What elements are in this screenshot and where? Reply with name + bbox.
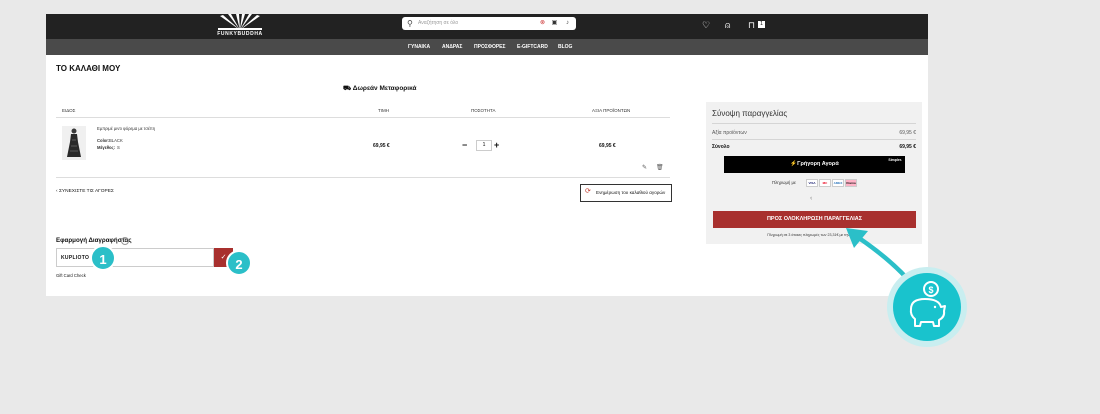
svg-text:$: $ xyxy=(928,285,933,295)
subtotal-value: 69,95 € xyxy=(899,130,916,136)
column-header-price: ΤΙΜΗ xyxy=(378,108,389,113)
klarna-icon: Klarna xyxy=(845,179,857,187)
step-2-callout: 2 xyxy=(226,250,252,276)
divider xyxy=(56,117,670,118)
search-input[interactable]: Αναζήτηση σε όλο xyxy=(418,20,458,26)
camera-search-icon[interactable]: ▣ xyxy=(551,20,558,27)
update-cart-button[interactable]: ⟳ Ενημέρωση του καλαθιού αγορών xyxy=(580,184,672,202)
savings-badge: $ xyxy=(893,273,961,341)
nav-item-blog[interactable]: BLOG xyxy=(558,44,572,50)
product-size-label: Μέγεθος: xyxy=(97,145,116,150)
wishlist-heart-icon[interactable]: ♡ xyxy=(702,20,710,30)
quantity-increase-button[interactable]: + xyxy=(494,141,499,150)
continue-shopping-link[interactable]: ‹ ΣΥΝΕΧΙΣΤΕ ΤΙΣ ΑΓΟΡΕΣ xyxy=(56,189,114,194)
top-header: FUNKYBUDDHA ⚲ Αναζήτηση σε όλο ⊗ ▣ ♪ ♡ ⍝… xyxy=(46,14,928,39)
step-1-callout: 1 xyxy=(90,245,116,271)
quantity-input[interactable]: 1 xyxy=(476,140,492,151)
product-name[interactable]: Εμπριμέ μιντι φόρεμα με τσέπη xyxy=(97,126,155,131)
free-shipping-banner: ⛟ Δωρεάν Μεταφορικά xyxy=(343,84,417,93)
free-shipping-label: Δωρεάν Μεταφορικά xyxy=(352,85,417,92)
nav-item-egiftcard[interactable]: E-GIFTCARD xyxy=(517,44,548,50)
quantity-decrease-button[interactable]: − xyxy=(462,141,467,150)
piggy-bank-icon: $ xyxy=(909,281,946,327)
subtotal-label: Αξία προϊόντων xyxy=(712,130,747,136)
shopping-bag-icon[interactable]: ⊓ xyxy=(748,20,755,30)
search-icon: ⚲ xyxy=(407,19,413,28)
or-separator: ή xyxy=(810,195,813,200)
search-bar[interactable]: ⚲ Αναζήτηση σε όλο ⊗ ▣ ♪ xyxy=(402,17,576,30)
column-header-item: ΕΙΔΟΣ xyxy=(62,108,76,113)
product-size-value: S xyxy=(117,145,120,150)
column-header-total: ΑΞΙΑ ΠΡΟΪΟΝΤΩΝ xyxy=(592,108,631,113)
page-title: ΤΟ ΚΑΛΑΘΙ ΜΟΥ xyxy=(56,64,121,73)
gift-card-check-link[interactable]: Gift Card Check xyxy=(56,273,86,278)
coupon-code-value: KUPLIOTO xyxy=(61,255,90,261)
chevron-left-icon: ‹ xyxy=(56,189,58,194)
refresh-icon: ⟳ xyxy=(585,188,591,195)
continue-shopping-label: ΣΥΝΕΧΙΣΤΕ ΤΙΣ ΑΓΟΡΕΣ xyxy=(58,189,114,194)
product-total: 69,95 € xyxy=(599,143,616,149)
nav-item-offers[interactable]: ΠΡΟΣΦΟΡΕΣ xyxy=(474,44,506,50)
divider xyxy=(712,123,916,124)
delete-trash-icon[interactable]: 🗑 xyxy=(656,164,664,171)
truck-icon: ⛟ xyxy=(343,85,352,92)
shop-page: FUNKYBUDDHA ⚲ Αναζήτηση σε όλο ⊗ ▣ ♪ ♡ ⍝… xyxy=(46,14,928,296)
microphone-icon[interactable]: ♪ xyxy=(564,20,571,27)
coupon-code-input[interactable]: KUPLIOTO xyxy=(56,248,214,267)
clear-icon[interactable]: ⊗ xyxy=(539,20,546,27)
order-summary-title: Σύνοψη παραγγελίας xyxy=(712,109,788,118)
total-label: Σύνολο xyxy=(712,144,730,150)
pay-with-label: Πληρωμή με xyxy=(772,180,796,185)
visa-icon: VISA xyxy=(806,179,818,187)
logo-text: FUNKYBUDDHA xyxy=(217,31,263,37)
divider xyxy=(712,139,916,140)
product-color-label: Color: xyxy=(97,138,110,143)
mastercard-icon: MC xyxy=(819,179,831,187)
total-value: 69,95 € xyxy=(899,144,916,150)
column-header-quantity: ΠΟΣΟΤΗΤΑ xyxy=(471,108,496,113)
update-cart-label: Ενημέρωση του καλαθιού αγορών xyxy=(596,190,666,195)
cart-count-badge: 1 xyxy=(758,21,765,28)
edit-pencil-icon[interactable]: ✎ xyxy=(642,164,647,171)
product-thumbnail[interactable] xyxy=(62,126,86,160)
product-price: 69,95 € xyxy=(373,143,390,149)
express-checkout-button[interactable]: Simpler. ⚡Γρήγορη Αγορά xyxy=(724,156,905,173)
help-question-icon[interactable]: ? xyxy=(121,237,129,245)
nav-item-women[interactable]: ΓΥΝΑΙΚΑ xyxy=(408,44,430,50)
account-user-icon[interactable]: ⍝ xyxy=(725,20,730,30)
amex-icon: AMEX xyxy=(832,179,844,187)
divider xyxy=(56,177,670,178)
main-nav: ΓΥΝΑΙΚΑ ΑΝΔΡΑΣ ΠΡΟΣΦΟΡΕΣ E-GIFTCARD BLOG xyxy=(46,39,928,55)
product-color-value: BLACK xyxy=(109,138,123,143)
nav-item-men[interactable]: ΑΝΔΡΑΣ xyxy=(442,44,462,50)
express-checkout-label: ⚡Γρήγορη Αγορά xyxy=(790,161,839,167)
